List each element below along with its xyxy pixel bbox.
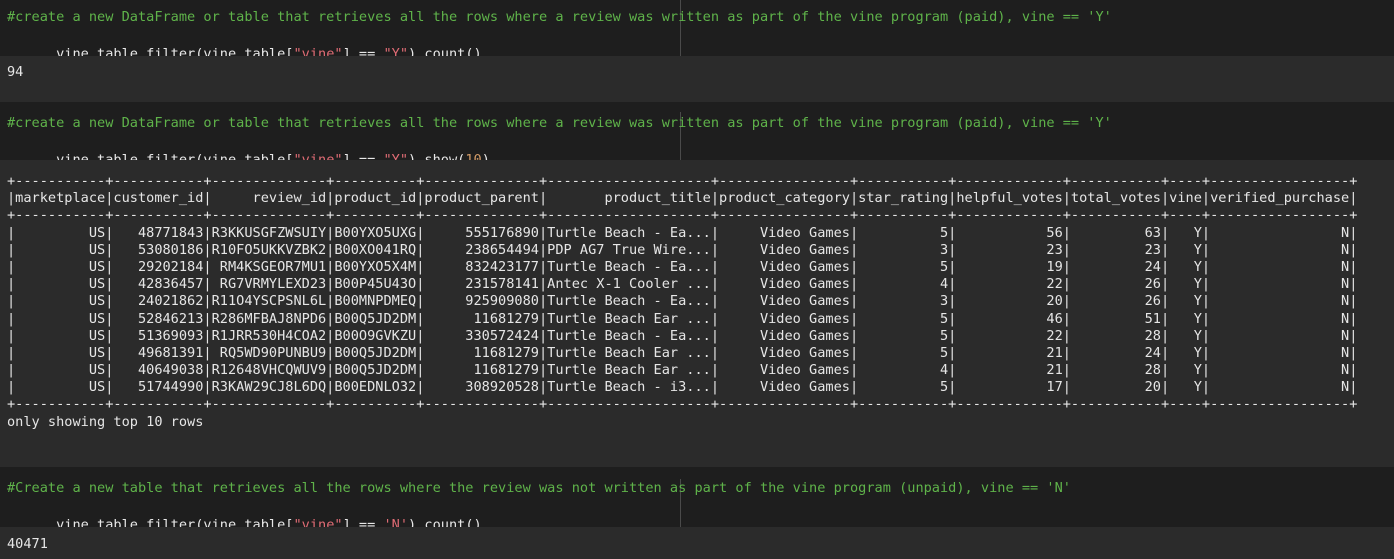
code-prefix: vine_table.filter(vine_table[ [56,517,294,527]
table-row: | US| 40649038|R12648VHCQWUV9|B00Q5JD2DM… [7,362,1358,379]
code-comment: #Create a new table that retrieves all t… [7,480,1071,496]
code-end: ) [481,152,490,160]
code-number: 10 [465,152,482,160]
table-row: | US| 49681391| RQ5WD90PUNBU9|B00Q5JD2DM… [7,344,1358,361]
code-comment: #create a new DataFrame or table that re… [7,9,1112,25]
code-string-value: "Y" [383,152,409,160]
output-cell-count-vine-y: 94 [0,56,1394,102]
table-row: | US| 53080186|R10FO5UKKVZBK2|B00XO041RQ… [7,241,1358,258]
code-cell-count-vine-y[interactable]: #create a new DataFrame or table that re… [0,0,1394,56]
code-string-value: "Y" [383,46,409,56]
table-row: | US| 52846213|R286MFBAJ8NPD6|B00Q5JD2DM… [7,310,1358,327]
table-row: | US| 51369093|R1JRR530H4COA2|B00O9GVKZU… [7,327,1358,344]
code-suffix: ).count() [408,517,482,527]
code-prefix: vine_table.filter(vine_table[ [56,152,294,160]
code-operator: ] == [342,517,384,527]
output-value: 40471 [7,536,48,552]
table-row: | US| 24021862|R11O4YSCPSNL6L|B00MNPDMEQ… [7,293,1358,310]
output-cell-count-vine-n: 40471 [0,527,1394,559]
code-cell-show-vine-y[interactable]: #create a new DataFrame or table that re… [0,102,1394,160]
code-operator: ] == [342,152,384,160]
table-row: | US| 29202184| RM4KSGEOR7MU1|B00YXO5X4M… [7,258,1358,275]
code-string-column: "vine" [293,517,343,527]
table-border-bottom: +-----------+-----------+--------------+… [7,396,1358,413]
code-string-column: "vine" [293,46,343,56]
table-footer: only showing top 10 rows [7,413,204,430]
code-string-column: "vine" [293,152,343,160]
code-string-value: 'N' [383,517,409,527]
table-row: | US| 51744990|R3KAW29CJ8L6DQ|B00EDNLO32… [7,379,1358,396]
code-cell-count-vine-n[interactable]: #Create a new table that retrieves all t… [0,467,1394,527]
code-line: vine_table.filter(vine_table["vine"] == … [7,133,490,160]
code-line: vine_table.filter(vine_table["vine"] == … [7,27,482,56]
notebook-page: #create a new DataFrame or table that re… [0,0,1394,559]
code-comment: #create a new DataFrame or table that re… [7,115,1112,131]
code-line: vine_table.filter(vine_table["vine"] == … [7,498,482,527]
code-suffix: ).count() [408,46,482,56]
table-row: | US| 42836457| RG7VRMYLEXD23|B00P45U43O… [7,276,1358,293]
code-suffix: ).show( [408,152,466,160]
output-value: 94 [7,64,24,80]
table-border-header: +-----------+-----------+--------------+… [7,207,1358,224]
dataframe-table: +-----------+-----------+--------------+… [7,173,1357,431]
table-header: |marketplace|customer_id| review_id|prod… [7,190,1358,207]
output-cell-table: +-----------+-----------+--------------+… [0,160,1394,467]
table-row: | US| 48771843|R3KKUSGFZWSUIY|B00YXO5UXG… [7,224,1358,241]
code-operator: ] == [342,46,384,56]
table-border-top: +-----------+-----------+--------------+… [7,173,1358,189]
code-prefix: vine_table.filter(vine_table[ [56,46,294,56]
